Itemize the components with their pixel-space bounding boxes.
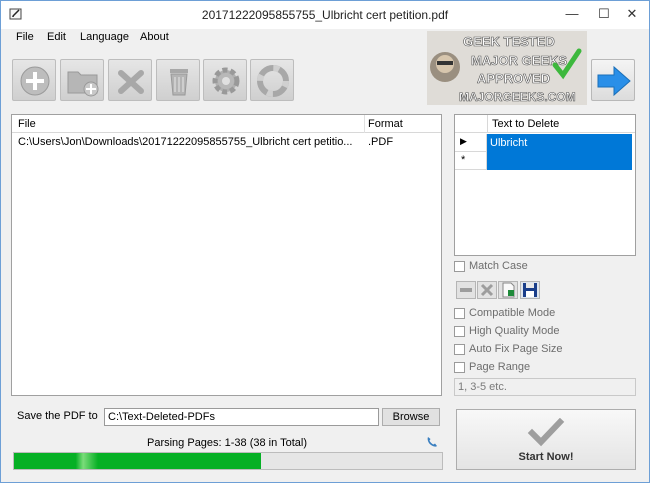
text-to-delete-grid[interactable]: Text to Delete ▶ Ulbricht * — [454, 114, 636, 256]
match-case-label: Match Case — [469, 260, 528, 272]
row-header[interactable]: ▶ — [455, 134, 487, 152]
menu-about[interactable]: About — [140, 31, 169, 43]
text-to-delete-header: Text to Delete — [455, 115, 635, 133]
table-row[interactable]: C:\Users\Jon\Downloads\20171222095855755… — [12, 134, 441, 151]
add-file-icon — [20, 66, 50, 96]
close-button[interactable]: ✕ — [617, 1, 647, 27]
row-header[interactable]: * — [455, 152, 487, 170]
progress-bar — [13, 452, 443, 470]
progress-fill — [14, 453, 261, 469]
phone-icon — [427, 437, 437, 447]
file-path-cell: C:\Users\Jon\Downloads\20171222095855755… — [18, 136, 353, 148]
next-button[interactable] — [591, 59, 635, 101]
minus-icon — [460, 288, 472, 292]
add-folder-button[interactable] — [60, 59, 104, 101]
new-row-marker-icon: * — [461, 154, 466, 166]
maximize-button[interactable]: ☐ — [589, 1, 619, 27]
trash-icon — [170, 69, 188, 96]
app-window: 20171222095855755_Ulbricht cert petition… — [0, 0, 650, 483]
arrow-right-icon — [597, 65, 631, 97]
delete-row-button[interactable] — [477, 281, 497, 299]
column-separator — [487, 115, 488, 133]
page-range-checkbox[interactable] — [454, 362, 465, 373]
add-file-button[interactable] — [12, 59, 56, 101]
compatible-mode-label: Compatible Mode — [469, 307, 556, 319]
column-file[interactable]: File — [18, 118, 36, 130]
match-case-checkbox[interactable] — [454, 261, 465, 272]
floppy-disk-icon — [523, 283, 537, 297]
auto-fix-page-size-checkbox[interactable] — [454, 344, 465, 355]
delete-icon — [480, 283, 494, 297]
save-path-input[interactable]: C:\Text-Deleted-PDFs — [104, 408, 379, 426]
minimize-button[interactable]: — — [557, 1, 587, 27]
checkmark-icon — [527, 418, 565, 447]
excel-file-icon — [502, 282, 515, 298]
majorgeeks-badge: GEEK TESTED MAJOR GEEKS APPROVED MAJORGE… — [427, 31, 587, 105]
remove-row-button[interactable] — [456, 281, 476, 299]
settings-icon — [212, 67, 240, 95]
help-icon — [257, 65, 289, 97]
badge-line3: APPROVED — [477, 71, 550, 86]
high-quality-mode-checkbox[interactable] — [454, 326, 465, 337]
window-title: 20171222095855755_Ulbricht cert petition… — [201, 8, 449, 22]
menu-language[interactable]: Language — [80, 31, 129, 43]
start-now-button[interactable]: Start Now! — [456, 409, 636, 470]
start-now-label: Start Now! — [518, 451, 574, 463]
save-list-button[interactable] — [520, 281, 540, 299]
majorgeeks-logo: GEEK TESTED MAJOR GEEKS APPROVED MAJORGE… — [427, 31, 587, 105]
page-range-label: Page Range — [469, 361, 531, 373]
page-range-input[interactable]: 1, 3-5 etc. — [454, 378, 636, 396]
new-delete-text-cell[interactable] — [487, 152, 632, 170]
status-text: Parsing Pages: 1-38 (38 in Total) — [147, 437, 307, 449]
badge-line1: GEEK TESTED — [463, 34, 555, 49]
help-button[interactable] — [250, 59, 294, 101]
file-format-cell: .PDF — [368, 136, 394, 148]
import-list-button[interactable] — [498, 281, 518, 299]
delete-text-cell[interactable]: Ulbricht — [487, 134, 632, 152]
file-list-header: File Format — [12, 115, 441, 133]
add-folder-icon — [67, 71, 99, 97]
high-quality-mode-label: High Quality Mode — [469, 325, 560, 337]
title-bar: 20171222095855755_Ulbricht cert petition… — [1, 1, 649, 29]
clear-button[interactable] — [156, 59, 200, 101]
file-list-grid[interactable]: File Format C:\Users\Jon\Downloads\20171… — [11, 114, 442, 396]
compatible-mode-checkbox[interactable] — [454, 308, 465, 319]
remove-button[interactable] — [108, 59, 152, 101]
column-format[interactable]: Format — [368, 118, 403, 130]
browse-button[interactable]: Browse — [382, 408, 440, 426]
auto-fix-page-size-label: Auto Fix Page Size — [469, 343, 563, 355]
column-separator — [364, 115, 365, 133]
current-row-marker-icon: ▶ — [460, 136, 467, 146]
badge-line4: MAJORGEEKS.COM — [459, 90, 576, 104]
menu-file[interactable]: File — [16, 31, 34, 43]
settings-button[interactable] — [203, 59, 247, 101]
menu-edit[interactable]: Edit — [47, 31, 66, 43]
column-text-to-delete: Text to Delete — [492, 118, 560, 130]
save-to-label: Save the PDF to — [17, 410, 98, 422]
remove-icon — [118, 70, 144, 94]
